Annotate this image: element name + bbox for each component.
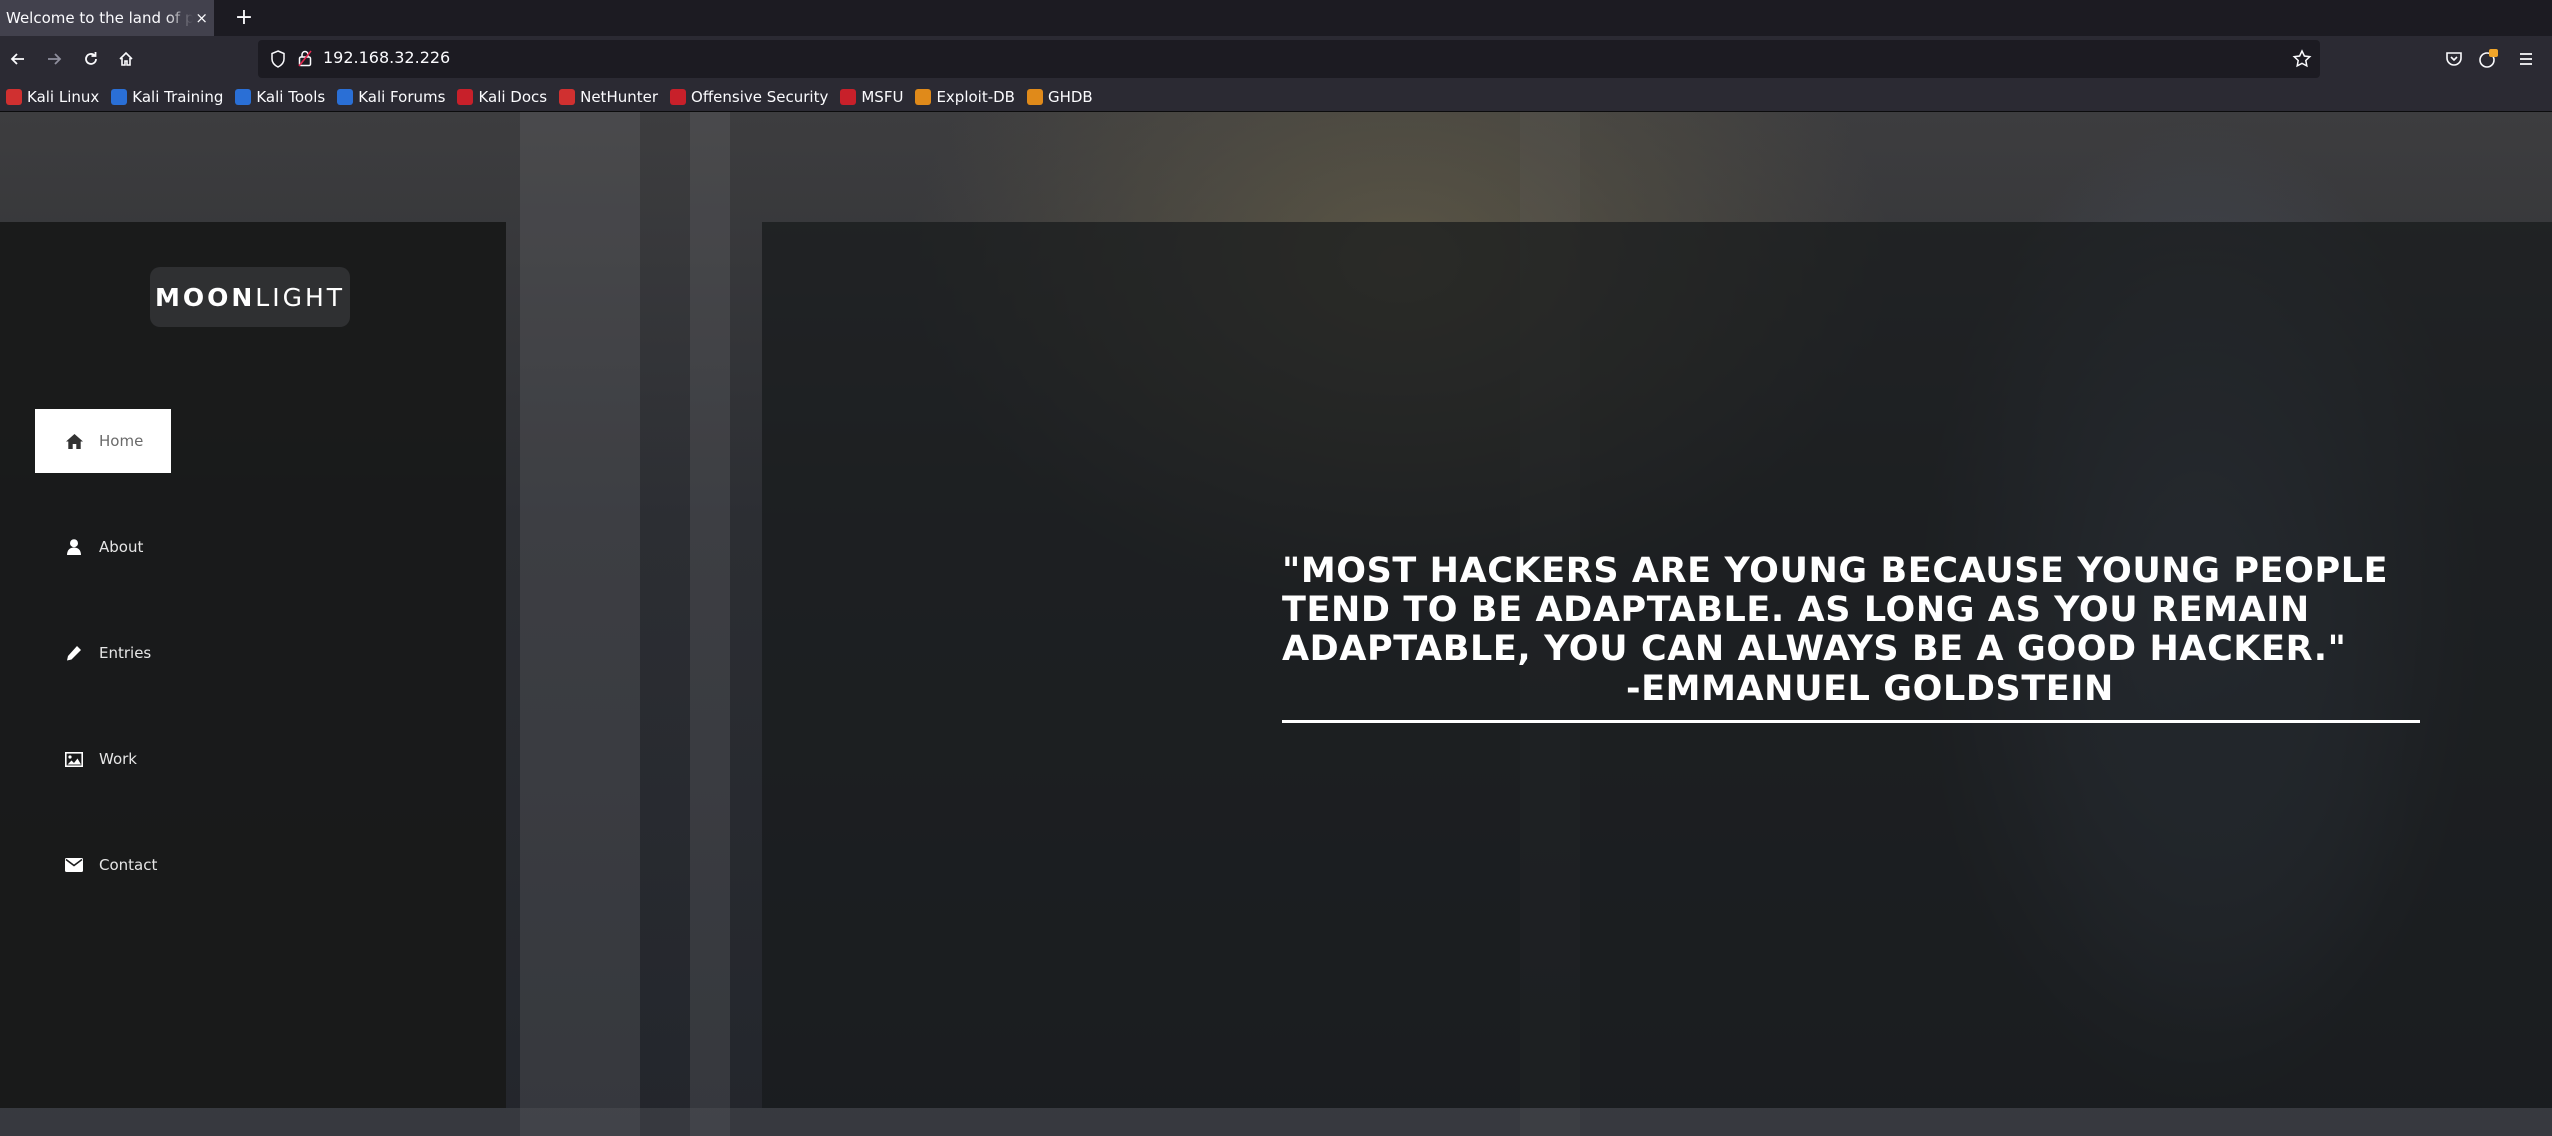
- bookmark-kali-tools[interactable]: Kali Tools: [235, 88, 325, 106]
- quote-author: -EMMANUEL GOLDSTEIN: [1626, 669, 2114, 709]
- nav-item-home[interactable]: Home: [35, 409, 171, 473]
- hero-quote: "MOST HACKERS ARE YOUNG BECAUSE YOUNG PE…: [1282, 551, 2389, 669]
- logo-bold-text: MOON: [154, 282, 256, 312]
- bookmark-kali-linux[interactable]: Kali Linux: [6, 88, 99, 106]
- kali-forums-icon: [337, 88, 354, 105]
- bookmark-kali-training[interactable]: Kali Training: [111, 88, 223, 106]
- nav-label-entries: Entries: [99, 644, 152, 662]
- bookmarks-toolbar: Kali Linux Kali Training Kali Tools Kali…: [0, 82, 2552, 112]
- image-icon: [65, 750, 83, 768]
- bookmark-nethunter[interactable]: NetHunter: [559, 88, 658, 106]
- site-logo[interactable]: MOON LIGHT: [150, 267, 350, 327]
- envelope-icon: [65, 856, 83, 874]
- home-icon: [65, 432, 83, 450]
- nav-item-work[interactable]: Work: [35, 727, 171, 791]
- shield-icon[interactable]: [270, 50, 286, 72]
- ghdb-icon: [1026, 88, 1043, 105]
- nav-item-entries[interactable]: Entries: [35, 621, 171, 685]
- nethunter-icon: [559, 88, 576, 105]
- tab-bar: Welcome to the land of pwnland × +: [0, 0, 2552, 36]
- bookmark-kali-docs[interactable]: Kali Docs: [457, 88, 547, 106]
- pocket-icon[interactable]: [2440, 45, 2468, 73]
- bookmark-msfu[interactable]: MSFU: [840, 88, 903, 106]
- forward-icon[interactable]: [40, 45, 68, 73]
- kali-docs-icon: [457, 88, 474, 105]
- reload-icon[interactable]: [77, 45, 105, 73]
- kali-tools-icon: [235, 88, 252, 105]
- page-bottom-strip: [0, 1108, 2552, 1136]
- page-viewport: MOON LIGHT Home About Entries Work Contac…: [0, 112, 2552, 1136]
- nav-label-about: About: [99, 538, 144, 556]
- new-tab-button[interactable]: +: [230, 4, 258, 32]
- extension-icon[interactable]: [2474, 45, 2502, 73]
- pencil-icon: [65, 644, 83, 662]
- exploitdb-icon: [915, 88, 932, 105]
- back-icon[interactable]: [4, 45, 32, 73]
- url-bar[interactable]: 192.168.32.226: [258, 40, 2320, 78]
- nav-label-work: Work: [99, 750, 137, 768]
- background-tree: [520, 112, 640, 1136]
- bookmark-offensive-security[interactable]: Offensive Security: [670, 88, 828, 106]
- kali-icon: [6, 88, 22, 105]
- kali-training-icon: [111, 88, 128, 105]
- quote-divider: [1282, 720, 2420, 723]
- nav-label-home: Home: [99, 432, 144, 450]
- url-text[interactable]: 192.168.32.226: [323, 48, 450, 67]
- nav-item-about[interactable]: About: [35, 515, 171, 579]
- nav-item-contact[interactable]: Contact: [35, 833, 171, 897]
- bookmark-star-icon[interactable]: [2292, 49, 2312, 73]
- tab-title: Welcome to the land of pwnland: [6, 9, 194, 27]
- nav-label-contact: Contact: [99, 856, 158, 874]
- user-icon: [65, 538, 83, 556]
- bookmark-exploit-db[interactable]: Exploit-DB: [915, 88, 1015, 106]
- msfu-icon: [840, 88, 857, 105]
- navigation-toolbar: 192.168.32.226: [0, 36, 2552, 82]
- menu-hamburger-icon[interactable]: [2512, 45, 2540, 73]
- offsec-icon: [670, 88, 687, 105]
- bookmark-ghdb[interactable]: GHDB: [1026, 88, 1093, 106]
- tab-close-icon[interactable]: ×: [195, 9, 208, 27]
- bookmark-kali-forums[interactable]: Kali Forums: [337, 88, 445, 106]
- background-tree: [690, 112, 730, 1136]
- browser-tab[interactable]: Welcome to the land of pwnland ×: [0, 0, 214, 36]
- logo-light-text: LIGHT: [255, 282, 346, 312]
- lock-icon[interactable]: [298, 49, 312, 71]
- home-button-icon[interactable]: [112, 45, 140, 73]
